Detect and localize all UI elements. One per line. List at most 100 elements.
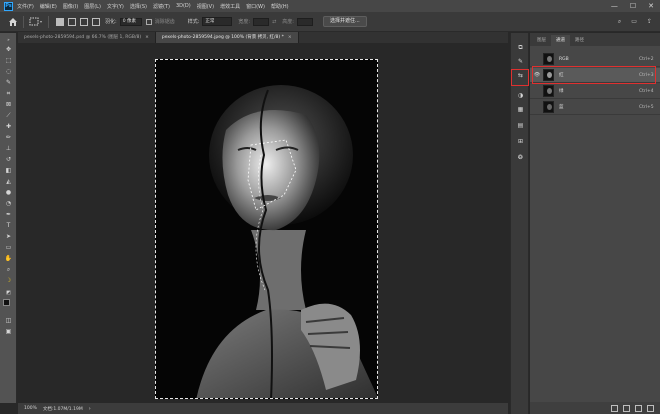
tab-document-psd[interactable]: pexels-photo-2859594.psd @ 66.7% (图层 1, …: [18, 32, 156, 43]
channel-row-rgb[interactable]: RGB Ctrl+2: [530, 52, 660, 67]
window-controls: — ☐ ✕: [611, 0, 654, 12]
maximize-button[interactable]: ☐: [630, 2, 636, 10]
intersect-selection-icon[interactable]: [92, 17, 100, 26]
close-button[interactable]: ✕: [648, 2, 654, 10]
color-panel-icon[interactable]: ◑: [516, 91, 525, 100]
banana-icon[interactable]: ☽: [4, 276, 13, 285]
screen-mode-icon[interactable]: ▣: [4, 327, 13, 336]
brush-icon[interactable]: ✏: [4, 133, 13, 142]
menu-layer[interactable]: 图层(L): [84, 3, 101, 10]
history-panel-icon[interactable]: ⧉: [516, 43, 525, 52]
status-bar: 100% 文档:1.07M/1.19M ›: [18, 403, 508, 414]
feather-label: 羽化:: [105, 19, 117, 25]
menu-file[interactable]: 文件(F): [17, 3, 34, 10]
marquee-tool-icon[interactable]: ⬚: [4, 56, 13, 65]
frame-icon[interactable]: ⊠: [4, 100, 13, 109]
pen-icon[interactable]: ✒: [4, 210, 13, 219]
menu-image[interactable]: 图像(I): [63, 3, 78, 10]
menu-help[interactable]: 帮助(H): [271, 3, 289, 10]
status-arrow-icon[interactable]: ›: [89, 406, 91, 412]
search-icon[interactable]: ⌕: [618, 18, 621, 26]
channel-row-blue[interactable]: 蓝 Ctrl+5: [530, 100, 660, 115]
healing-brush-icon[interactable]: ✚: [4, 122, 13, 131]
marquee-icon[interactable]: [29, 17, 43, 26]
channel-shortcut: Ctrl+5: [639, 104, 654, 110]
menu-filter[interactable]: 滤镜(T): [153, 3, 170, 10]
new-channel-icon[interactable]: [635, 404, 642, 412]
tab-document-jpeg[interactable]: pexels-photo-2859594.jpeg @ 100% (背景 拷贝,…: [155, 32, 299, 43]
tool-bar: » ✥ ⬚ ◌ ✎ ⌗ ⊠ ⟋ ✚ ✏ ⊥ ↺ ◧ ◭ ● ◔ ✒ T ➤ ▭ …: [0, 33, 17, 403]
channel-name: RGB: [559, 56, 569, 62]
foreground-color-swatch[interactable]: [3, 299, 10, 306]
brush-panel-icon[interactable]: ✎: [516, 57, 525, 66]
tab-paths[interactable]: 路径: [570, 35, 589, 46]
save-selection-icon[interactable]: [623, 404, 630, 412]
menu-type[interactable]: 文字(Y): [107, 3, 124, 10]
share-icon[interactable]: ⇪: [647, 18, 652, 26]
workspace-icon[interactable]: ▭: [631, 18, 637, 26]
home-icon[interactable]: [8, 17, 18, 27]
menu-3d[interactable]: 3D(D): [176, 3, 191, 10]
new-selection-icon[interactable]: [56, 17, 64, 26]
eyedropper-icon[interactable]: ⟋: [4, 111, 13, 120]
paint-bucket-icon[interactable]: ◭: [4, 177, 13, 186]
rectangle-icon[interactable]: ▭: [4, 243, 13, 252]
menu-window[interactable]: 窗口(W): [246, 3, 265, 10]
style-dropdown[interactable]: 正常: [202, 17, 233, 26]
3d-panel-icon[interactable]: ❂: [516, 153, 525, 162]
portrait-image: [156, 60, 377, 398]
style-label: 样式:: [187, 19, 200, 25]
document-tabs: pexels-photo-2859594.psd @ 66.7% (图层 1, …: [18, 32, 508, 43]
eraser-icon[interactable]: ◧: [4, 166, 13, 175]
hand-icon[interactable]: ✋: [4, 254, 13, 263]
feather-input[interactable]: 0 像素: [119, 17, 142, 26]
channel-row-green[interactable]: 绿 Ctrl+4: [530, 84, 660, 99]
menu-bar: Ps 文件(F) 编辑(E) 图像(I) 图层(L) 文字(Y) 选择(S) 滤…: [0, 0, 660, 12]
lasso-icon[interactable]: ◌: [4, 67, 13, 76]
delete-channel-icon[interactable]: [647, 404, 654, 412]
menu-edit[interactable]: 编辑(E): [40, 3, 57, 10]
tab-layers[interactable]: 图层: [532, 35, 551, 46]
height-input[interactable]: [296, 17, 313, 26]
zoom-level[interactable]: 100%: [24, 406, 37, 411]
canvas-area[interactable]: [18, 43, 508, 403]
load-selection-icon[interactable]: [611, 404, 618, 412]
close-tab-icon[interactable]: ×: [288, 35, 292, 40]
options-bar: 羽化: 0 像素 消除锯齿 样式: 正常 宽度: ⇄ 高度: 选择并遮住... …: [0, 12, 660, 32]
antialias-checkbox[interactable]: [145, 18, 152, 25]
path-select-icon[interactable]: ➤: [4, 232, 13, 241]
crop-icon[interactable]: ⌗: [4, 89, 13, 98]
menu-select[interactable]: 选择(S): [130, 3, 147, 10]
clone-stamp-icon[interactable]: ⊥: [4, 144, 13, 153]
dodge-icon[interactable]: ◔: [4, 199, 13, 208]
add-selection-icon[interactable]: [68, 17, 76, 26]
type-icon[interactable]: T: [4, 221, 13, 230]
libraries-panel-icon[interactable]: ▤: [516, 121, 525, 130]
grid-panel-icon[interactable]: ⊞: [516, 137, 525, 146]
channel-shortcut: Ctrl+2: [639, 56, 654, 62]
width-input[interactable]: [253, 17, 270, 26]
toolbar-collapse-icon[interactable]: »: [4, 35, 13, 44]
channels-panel: 图层 通道 路径 RGB Ctrl+2 👁 红 Ctrl+3 绿 Ctrl+4 …: [530, 33, 660, 414]
zoom-icon[interactable]: ⌕: [4, 265, 13, 274]
default-colors-icon[interactable]: ◩: [4, 289, 13, 298]
styles-panel-icon[interactable]: ▦: [516, 105, 525, 114]
height-label: 高度:: [282, 19, 294, 25]
channel-thumbnail: [543, 101, 554, 113]
select-and-mask-button[interactable]: 选择并遮住...: [322, 16, 367, 27]
document-canvas[interactable]: [155, 59, 378, 399]
highlight-red-channel: [532, 66, 656, 84]
quick-mask-icon[interactable]: ◫: [4, 316, 13, 325]
close-tab-icon[interactable]: ×: [145, 35, 149, 40]
quick-select-icon[interactable]: ✎: [4, 78, 13, 87]
tab-channels[interactable]: 通道: [551, 35, 570, 46]
channel-name: 蓝: [559, 105, 564, 110]
menu-view[interactable]: 视图(V): [197, 3, 214, 10]
swap-icon[interactable]: ⇄: [272, 19, 276, 25]
blur-icon[interactable]: ●: [4, 188, 13, 197]
history-brush-icon[interactable]: ↺: [4, 155, 13, 164]
subtract-selection-icon[interactable]: [80, 17, 88, 26]
minimize-button[interactable]: —: [611, 2, 618, 10]
menu-plugins[interactable]: 增效工具: [220, 3, 240, 10]
move-icon[interactable]: ✥: [4, 45, 13, 54]
